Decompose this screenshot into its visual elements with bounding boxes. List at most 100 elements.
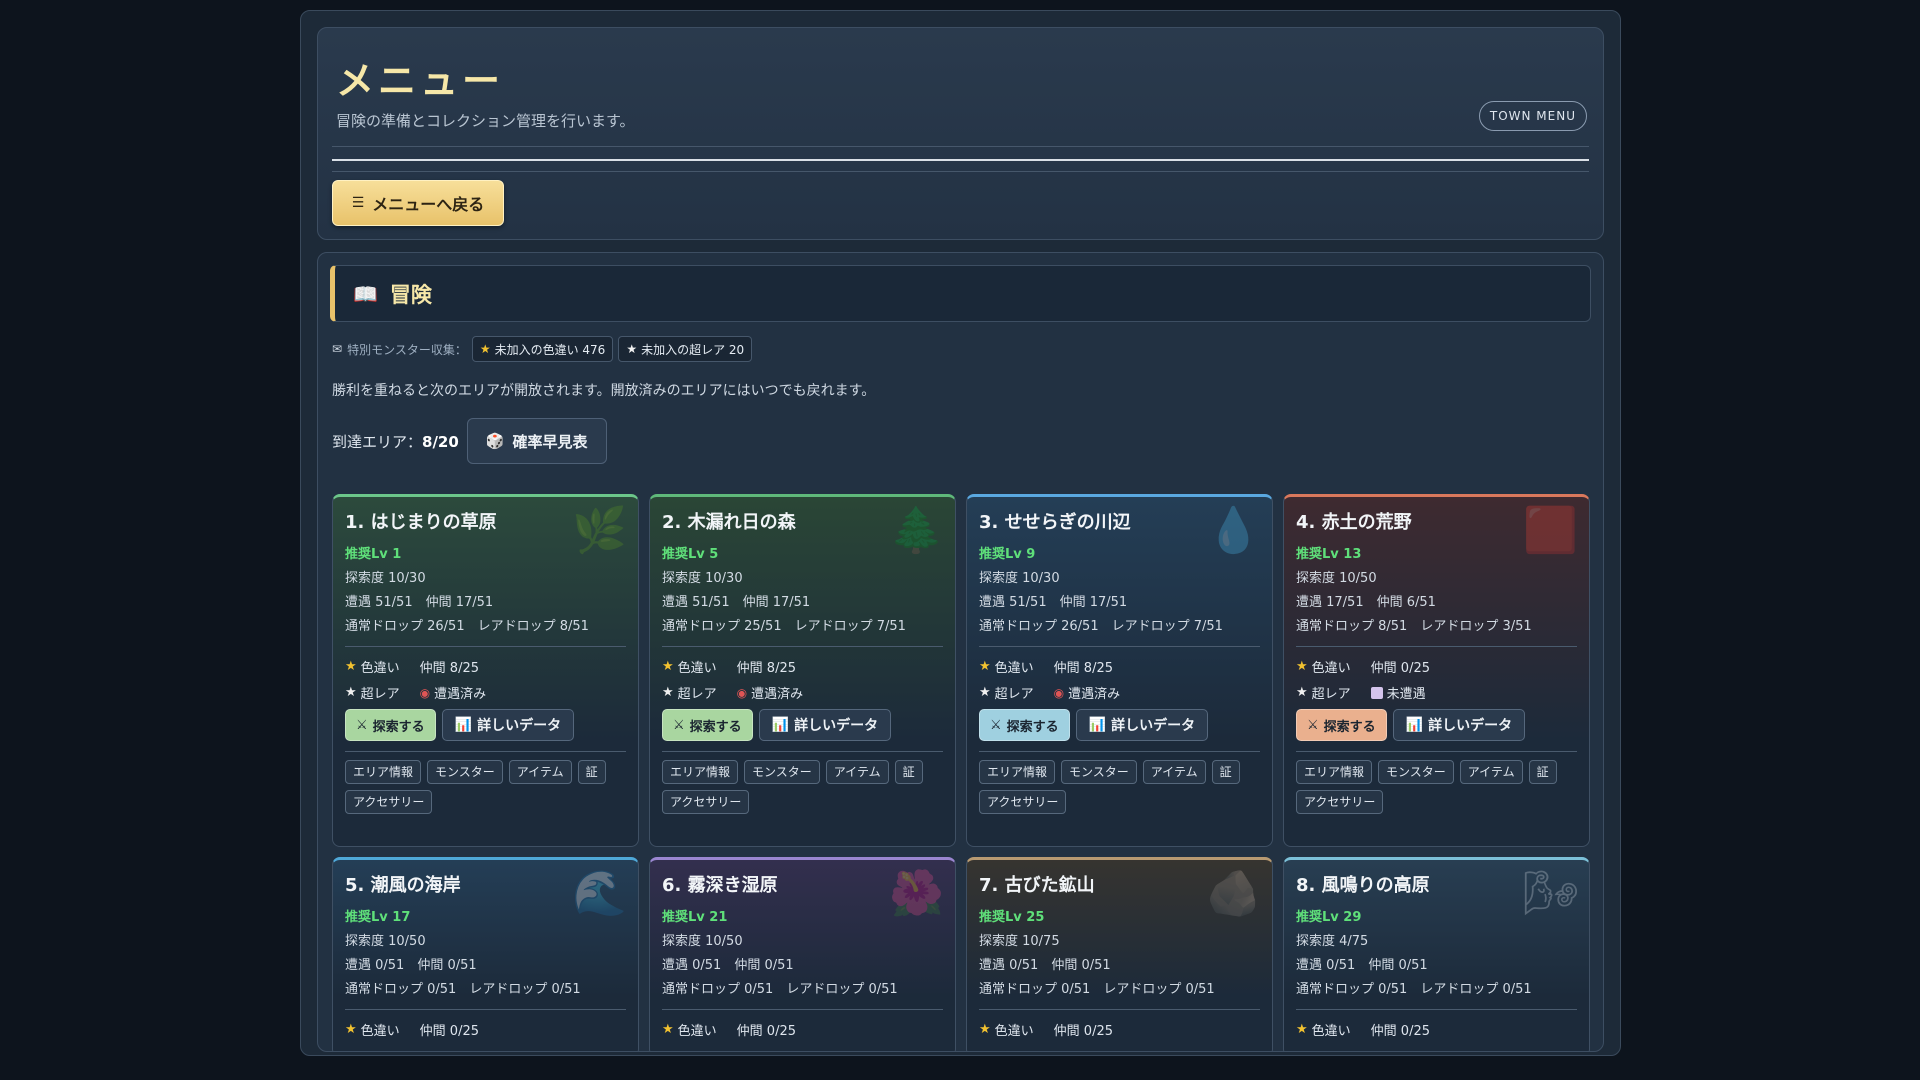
tag-button[interactable]: アイテム: [508, 760, 572, 784]
shiny-line: ★ 色違い 仲間 0/25: [1296, 657, 1577, 676]
unjoined-shiny-chip: ★ 未加入の色違い 476: [471, 336, 614, 362]
explore-label: 探索する: [372, 719, 425, 735]
eye-icon: ◉: [736, 685, 748, 700]
divider: [662, 646, 943, 647]
rare-label: 超レア: [360, 687, 400, 702]
tag-button[interactable]: エリア情報: [979, 760, 1056, 784]
shiny-count: 仲間 8/25: [736, 661, 796, 676]
tag-button[interactable]: アクセサリー: [1296, 790, 1384, 814]
tag-button[interactable]: アイテム: [825, 760, 889, 784]
star-icon: ★: [979, 1022, 991, 1037]
page-subtitle: 冒険の準備とコレクション管理を行います。: [336, 112, 635, 130]
divider: [979, 751, 1260, 752]
unjoined-rare-chip: ★ 未加入の超レア 20: [618, 336, 753, 362]
encounter-stats: 遭遇 51/51 仲間 17/51: [662, 595, 811, 610]
tag-button[interactable]: エリア情報: [345, 760, 422, 784]
area-title-text: 2. 木漏れ日の森: [662, 512, 796, 533]
tag-button[interactable]: アイテム: [1459, 760, 1523, 784]
divider: [1296, 646, 1577, 647]
explore-button[interactable]: ⚔ 探索する: [1296, 709, 1387, 741]
main-frame: メニュー 冒険の準備とコレクション管理を行います。 TOWN MENU ☰ メニ…: [300, 10, 1621, 1056]
card-actions: ⚔ 探索する 📊 詳しいデータ: [979, 709, 1260, 741]
exploration-progress: 探索度 10/75: [979, 934, 1060, 949]
exploration-progress: 探索度 10/50: [662, 934, 743, 949]
exploration-progress: 探索度 10/30: [662, 571, 743, 586]
swords-icon: ⚔: [1307, 717, 1319, 733]
shiny-line: ★ 色違い 仲間 0/25: [979, 1020, 1260, 1039]
probability-table-button[interactable]: 🎲 確率早見表: [466, 418, 607, 464]
area-title-text: 3. せせらぎの川辺: [979, 512, 1131, 533]
divider: [662, 751, 943, 752]
area-title-text: 8. 風鳴りの高原: [1296, 875, 1430, 896]
card-tags: エリア情報 モンスター アイテム証アクセサリー: [979, 760, 1260, 814]
tag-button[interactable]: モンスター: [1378, 760, 1454, 784]
town-menu-badge: TOWN MENU: [1478, 101, 1587, 131]
area-title-text: 1. はじまりの草原: [345, 512, 497, 533]
tag-button[interactable]: モンスター: [744, 760, 820, 784]
card-tags: エリア情報 モンスター アイテム証アクセサリー: [1296, 760, 1577, 814]
shiny-line: ★ 色違い 仲間 0/25: [1296, 1020, 1577, 1039]
explore-button[interactable]: ⚔ 探索する: [345, 709, 436, 741]
reached-label: 到達エリア：: [332, 432, 423, 451]
area-card: 🌿 1. はじまりの草原 推奨Lv 1 探索度 10/30 遭遇 51/51 仲…: [332, 494, 639, 847]
drop-stats: 通常ドロップ 0/51 レアドロップ 0/51: [979, 982, 1215, 997]
explore-button[interactable]: ⚔ 探索する: [662, 709, 753, 741]
area-card: 🌲 2. 木漏れ日の森 推奨Lv 5 探索度 10/30 遭遇 51/51 仲間…: [649, 494, 956, 847]
dice-icon: 🎲: [485, 432, 505, 450]
rare-status: 遭遇済み: [751, 687, 804, 702]
area-card: 🟥 4. 赤土の荒野 推奨Lv 13 探索度 10/50 遭遇 17/51 仲間…: [1283, 494, 1590, 847]
shiny-line: ★ 色違い 仲間 8/25: [979, 657, 1260, 676]
chart-icon: 📊: [454, 717, 473, 733]
list-icon: ☰: [351, 195, 365, 211]
shiny-count: 仲間 0/25: [736, 1024, 796, 1039]
tag-button[interactable]: エリア情報: [662, 760, 739, 784]
droplet-icon: 💧: [1206, 505, 1261, 556]
area-info-text: 勝利を重ねると次のエリアが開放されます。開放済みのエリアにはいつでも戻れます。: [332, 383, 876, 399]
tag-button[interactable]: 証: [1211, 760, 1240, 784]
rare-line: ★ 超レア 未遭遇: [1296, 683, 1577, 702]
flower-icon: 🌺: [889, 868, 944, 919]
tag-button[interactable]: アクセサリー: [979, 790, 1067, 814]
tag-button[interactable]: アイテム: [1142, 760, 1206, 784]
area-card: 🌊 5. 潮風の海岸 推奨Lv 17 探索度 10/50 遭遇 0/51 仲間 …: [332, 857, 639, 1051]
exploration-progress: 探索度 10/50: [345, 934, 426, 949]
tree-icon: 🌲: [889, 505, 944, 556]
drop-stats: 通常ドロップ 8/51 レアドロップ 3/51: [1296, 619, 1532, 634]
explore-label: 探索する: [1006, 719, 1059, 735]
detail-data-button[interactable]: 📊 詳しいデータ: [441, 709, 575, 741]
detail-data-button[interactable]: 📊 詳しいデータ: [1075, 709, 1209, 741]
exploration-progress: 探索度 10/50: [1296, 571, 1377, 586]
explore-button[interactable]: ⚔ 探索する: [979, 709, 1070, 741]
chart-icon: 📊: [1405, 717, 1424, 733]
eye-icon: ◉: [1053, 685, 1065, 700]
reach-row: 到達エリア：8/20 🎲 確率早見表: [332, 418, 607, 464]
encounter-stats: 遭遇 51/51 仲間 17/51: [979, 595, 1128, 610]
divider: [345, 1009, 626, 1010]
reached-areas: 到達エリア：8/20: [332, 431, 459, 452]
tag-button[interactable]: エリア情報: [1296, 760, 1373, 784]
star-icon: ★: [662, 659, 674, 674]
shiny-line: ★ 色違い 仲間 0/25: [345, 1020, 626, 1039]
shiny-count: 仲間 8/25: [1053, 661, 1113, 676]
tag-button[interactable]: モンスター: [427, 760, 503, 784]
encounter-stats: 遭遇 0/51 仲間 0/51: [979, 958, 1111, 973]
tag-button[interactable]: モンスター: [1061, 760, 1137, 784]
shiny-count: 仲間 0/25: [1053, 1024, 1113, 1039]
back-to-menu-button[interactable]: ☰ メニューへ戻る: [332, 180, 504, 226]
tag-button[interactable]: 証: [1528, 760, 1557, 784]
divider: [979, 646, 1260, 647]
tag-button[interactable]: アクセサリー: [662, 790, 750, 814]
detail-data-button[interactable]: 📊 詳しいデータ: [1392, 709, 1526, 741]
area-title-text: 4. 赤土の荒野: [1296, 512, 1412, 533]
detail-data-button[interactable]: 📊 詳しいデータ: [758, 709, 892, 741]
shiny-label: 色違い: [360, 1024, 400, 1039]
tag-button[interactable]: アクセサリー: [345, 790, 433, 814]
probability-table-label: 確率早見表: [512, 432, 588, 451]
exploration-progress: 探索度 10/30: [979, 571, 1060, 586]
drop-stats: 通常ドロップ 26/51 レアドロップ 7/51: [979, 619, 1223, 634]
tag-button[interactable]: 証: [577, 760, 606, 784]
unknown-icon: [1370, 686, 1383, 699]
tag-button[interactable]: 証: [894, 760, 923, 784]
card-actions: ⚔ 探索する 📊 詳しいデータ: [345, 709, 626, 741]
shiny-label: 色違い: [360, 661, 400, 676]
